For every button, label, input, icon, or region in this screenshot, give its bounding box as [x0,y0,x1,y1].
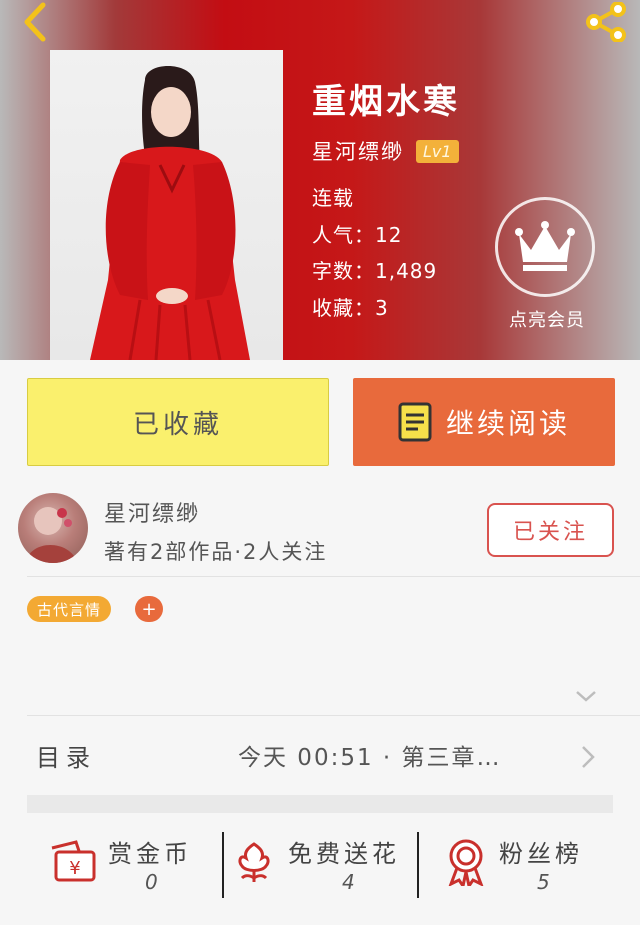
favorited-label: 已收藏 [132,409,223,440]
chevron-left-icon [24,2,46,42]
favorited-button[interactable]: 已收藏 [27,378,329,466]
section-separator [27,795,613,813]
book-status: 连载 [312,186,354,210]
crown-icon [515,221,575,271]
toc-label: 目录 [36,744,96,772]
vip-label: 点亮会员 [509,310,585,331]
share-icon [586,2,626,42]
divider [27,715,640,716]
book-meta: 连载 人气：12 字数：1,489 收藏：3 [312,180,437,326]
book-icon [398,402,432,442]
chevron-down-icon[interactable] [574,688,598,708]
author-card[interactable]: 星河缥缈 著有2部作品·2人关注 已关注 [0,488,640,576]
reward-coins-label: 赏金币 [108,840,192,868]
book-popularity: 人气：12 [312,222,403,247]
latest-chapter: 今天 00:51 · 第三章… [238,745,502,771]
following-button[interactable]: 已关注 [487,503,614,557]
reward-coins-value: 0 [145,870,158,894]
svg-text:¥: ¥ [69,858,80,879]
free-flower-button[interactable]: 免费送花 4 [234,830,414,900]
divider [417,832,419,898]
table-of-contents-row[interactable]: 目录 今天 00:51 · 第三章… [0,718,640,794]
fan-ranking-value: 5 [537,870,550,894]
continue-reading-button[interactable]: 继续阅读 [353,378,615,466]
chevron-right-icon [580,744,596,774]
divider [222,832,224,898]
free-flower-label: 免费送花 [288,840,400,868]
fan-ranking-button[interactable]: 粉丝榜 5 [445,830,605,900]
reward-coins-button[interactable]: ¥ 赏金币 0 [50,830,220,900]
book-header: 重烟水寒 星河缥缈 Lv1 连载 人气：12 字数：1,489 收藏：3 点亮会… [0,0,640,360]
fan-ranking-label: 粉丝榜 [499,840,583,868]
level-badge: Lv1 [416,139,459,163]
continue-reading-label: 继续阅读 [445,407,570,440]
avatar[interactable] [18,493,88,563]
author-card-stats: 著有2部作品·2人关注 [104,540,328,564]
book-favorites: 收藏：3 [312,295,389,320]
add-tag-button[interactable]: + [135,596,163,622]
medal-icon [445,838,487,890]
share-button[interactable] [580,0,632,44]
book-cover-image[interactable] [50,50,283,360]
book-word-count: 字数：1,489 [312,259,438,283]
flower-icon [234,838,274,888]
divider [27,576,640,577]
back-button[interactable] [12,0,56,44]
author-name[interactable]: 星河缥缈 [312,136,404,166]
author-row: 星河缥缈 Lv1 [312,136,459,166]
free-flower-value: 4 [342,870,355,894]
author-card-name: 星河缥缈 [104,502,201,527]
vip-button[interactable] [495,197,595,297]
book-title: 重烟水寒 [312,82,460,122]
red-envelope-yen-icon: ¥ [50,838,98,888]
genre-tag[interactable]: 古代言情 [27,596,112,622]
following-label: 已关注 [512,520,588,545]
